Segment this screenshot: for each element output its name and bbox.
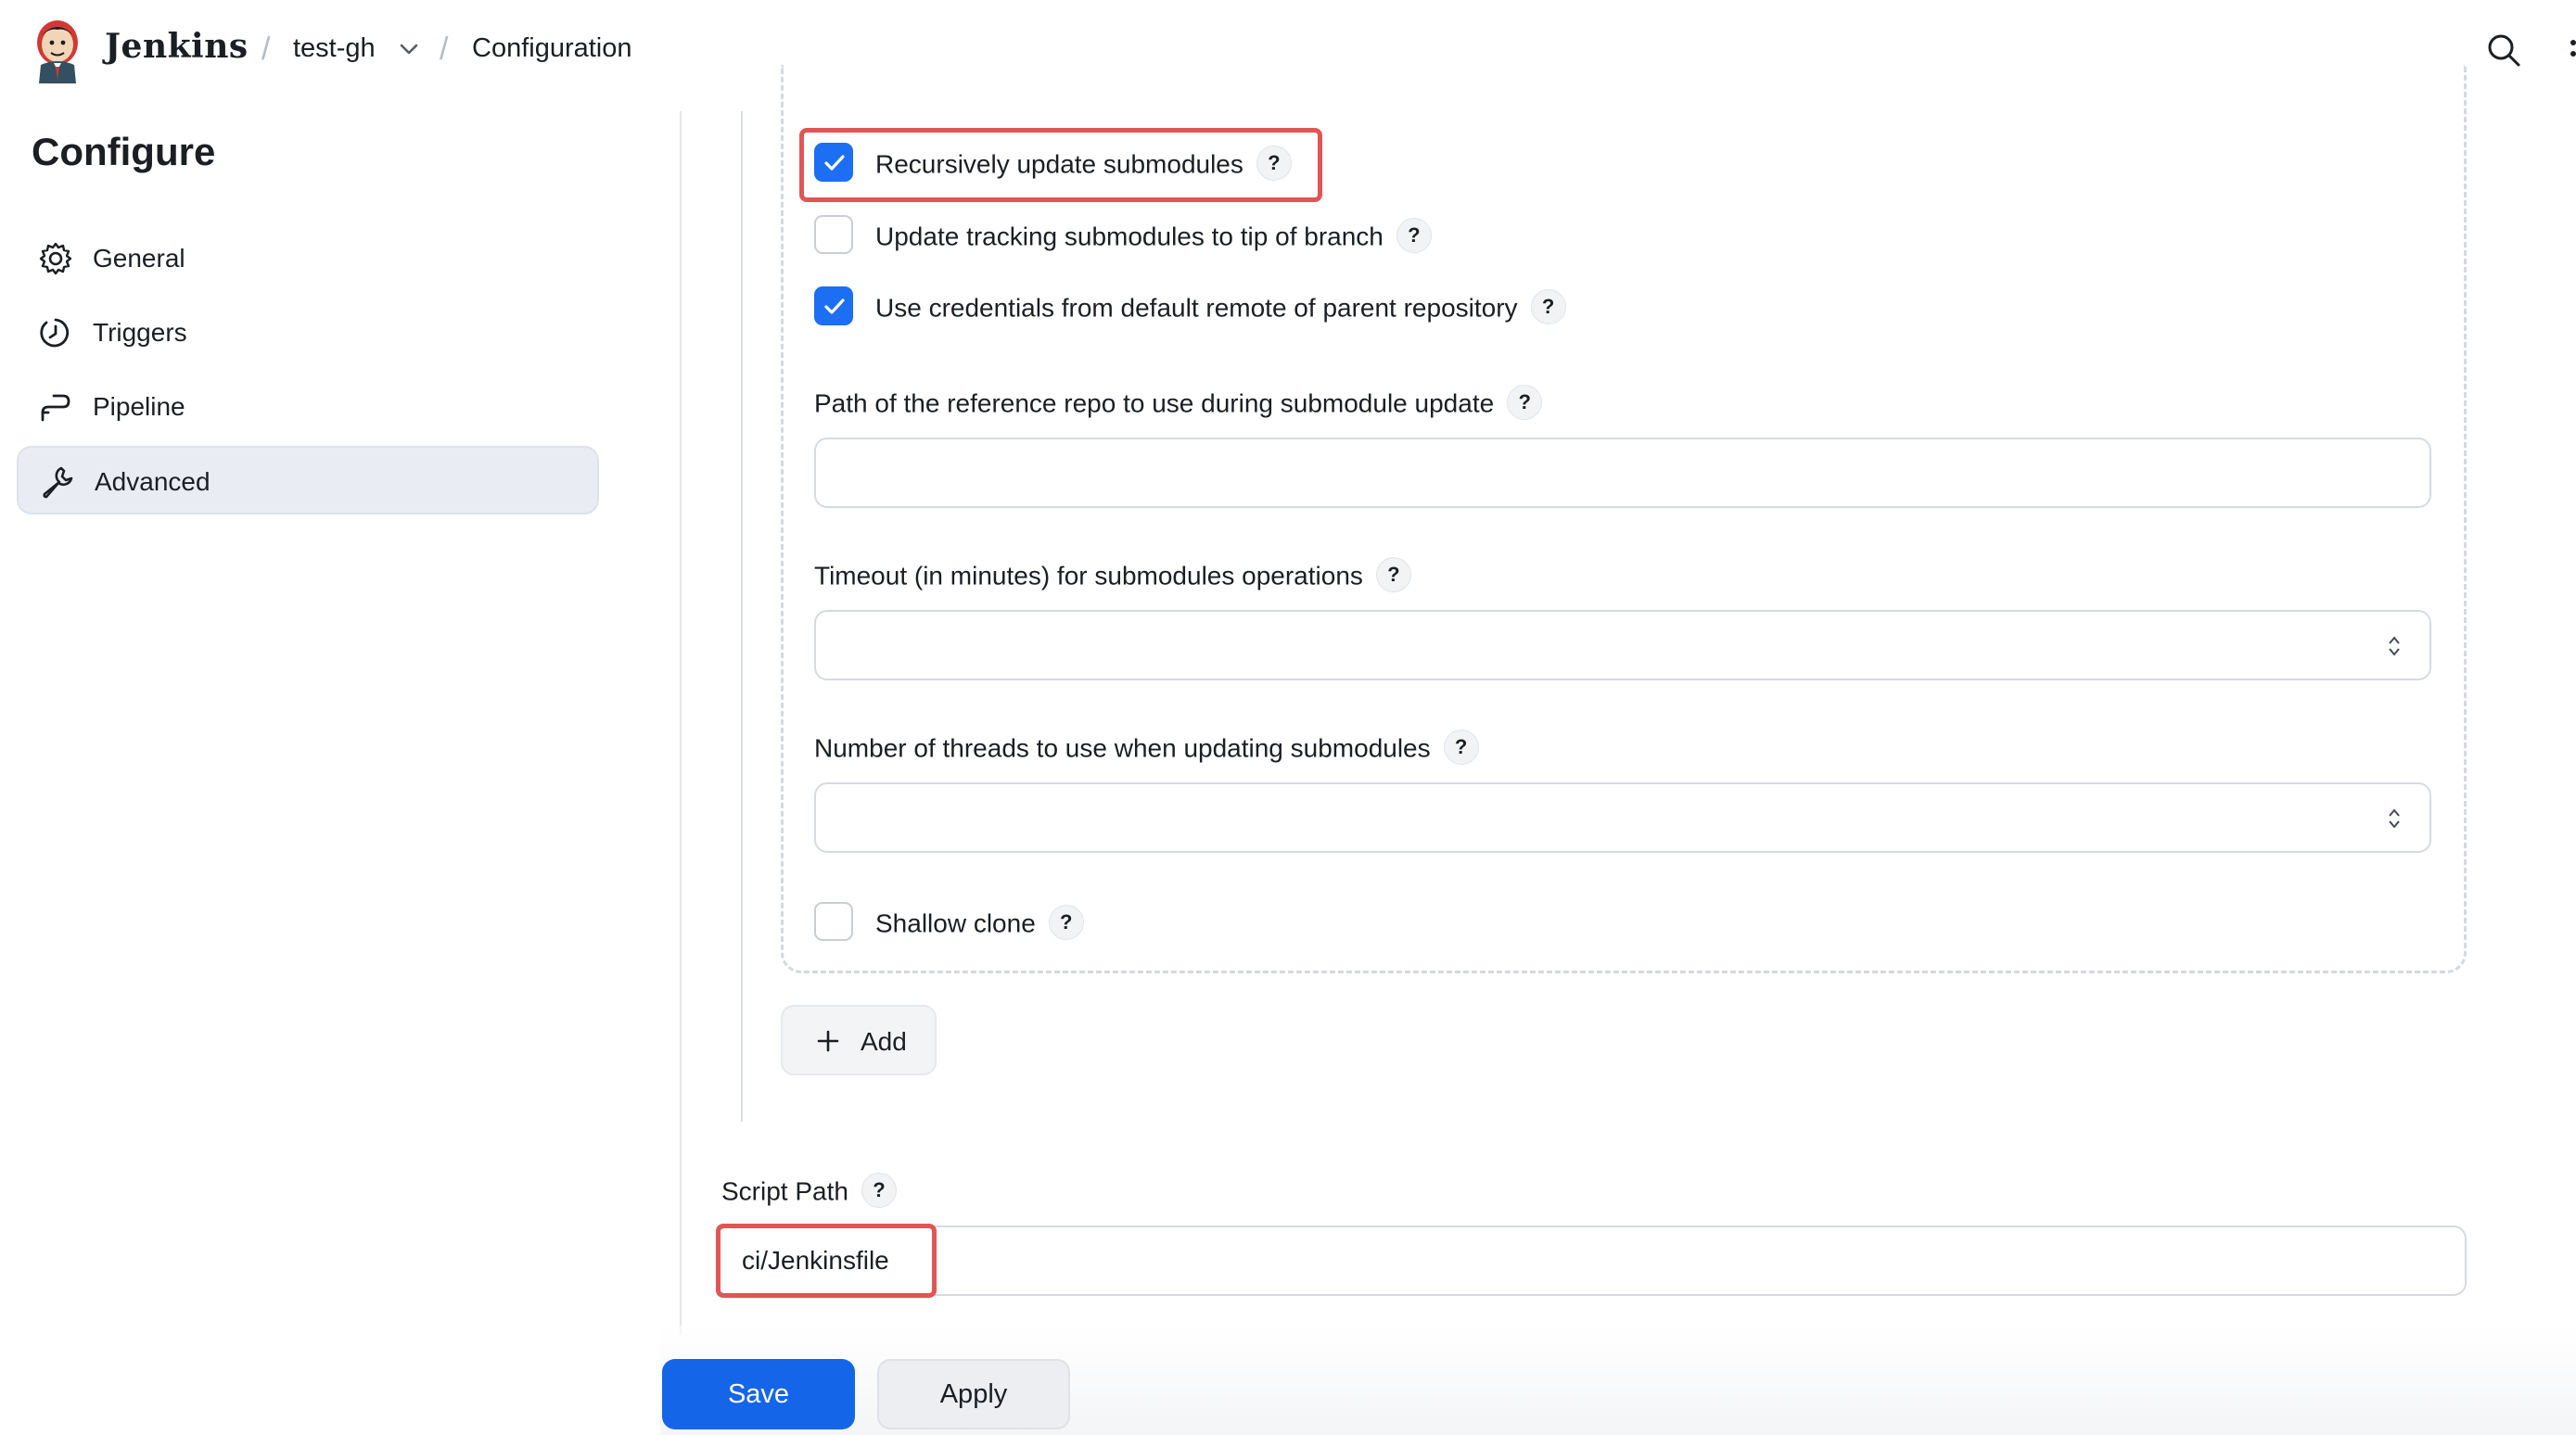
checkbox-label[interactable]: Use credentials from default remote of p… [875,289,1566,327]
recursive-submodules-checkbox[interactable] [814,143,853,182]
checkbox-label[interactable]: Update tracking submodules to tip of bra… [875,218,1432,256]
help-icon[interactable]: ? [1530,289,1566,324]
section-guide-line [741,111,743,1122]
breadcrumb-separator: / [440,32,449,67]
timeout-label: Timeout (in minutes) for submodules oper… [814,557,1411,595]
search-icon[interactable] [2485,32,2522,69]
gear-icon [37,240,74,277]
more-icon[interactable] [2567,33,2576,67]
pipeline-icon [37,388,74,425]
help-icon[interactable]: ? [1375,557,1411,592]
add-button[interactable]: Add [781,1005,937,1075]
highlight-script-path [716,1224,937,1298]
sidebar-item-label: Advanced [95,467,210,496]
threads-label: Number of threads to use when updating s… [814,730,1479,768]
help-icon[interactable]: ? [1443,730,1479,765]
sidebar-item-label: General [93,244,185,273]
help-icon[interactable]: ? [1048,905,1084,940]
save-button[interactable]: Save [662,1359,855,1429]
help-icon[interactable]: ? [1396,218,1432,253]
sidebar-title: Configure [32,130,216,173]
help-icon[interactable]: ? [1256,146,1292,181]
parent-credentials-checkbox[interactable] [814,286,853,325]
sidebar-divider [680,111,682,1335]
checkbox-label[interactable]: Shallow clone? [875,905,1084,943]
add-button-label: Add [861,1027,907,1056]
apply-button[interactable]: Apply [877,1359,1070,1429]
chevron-down-icon[interactable] [397,37,421,61]
script-path-label: Script Path? [721,1173,897,1211]
sidebar-item-label: Triggers [93,318,187,347]
sidebar-item-label: Pipeline [93,392,185,421]
help-icon[interactable]: ? [1507,385,1543,420]
breadcrumb-separator: / [261,32,271,67]
script-path-input[interactable]: ci/Jenkinsfile [716,1225,2467,1296]
spinner-icon[interactable] [2387,806,2402,831]
wrench-icon [39,464,76,501]
breadcrumb-job[interactable]: test-gh [293,33,376,64]
sidebar-item-general[interactable]: General [17,224,599,293]
reference-path-input[interactable] [814,438,2431,508]
reference-path-label: Path of the reference repo to use during… [814,385,1543,423]
plus-icon [817,1030,839,1052]
clock-icon [37,314,74,351]
sidebar-item-triggers[interactable]: Triggers [17,298,599,367]
help-icon[interactable]: ? [861,1173,897,1208]
spinner-icon[interactable] [2387,634,2402,658]
shallow-clone-checkbox[interactable] [814,902,853,941]
timeout-input[interactable] [814,610,2431,680]
jenkins-logo-icon[interactable] [28,15,87,85]
tracking-submodules-checkbox[interactable] [814,215,853,254]
sidebar-item-pipeline[interactable]: Pipeline [17,373,599,441]
sidebar-item-advanced[interactable]: Advanced [17,446,599,514]
brand-name[interactable]: Jenkins [105,27,249,66]
threads-input[interactable] [814,782,2431,853]
breadcrumb-configuration[interactable]: Configuration [472,33,632,64]
checkbox-label[interactable]: Recursively update submodules? [875,146,1292,184]
